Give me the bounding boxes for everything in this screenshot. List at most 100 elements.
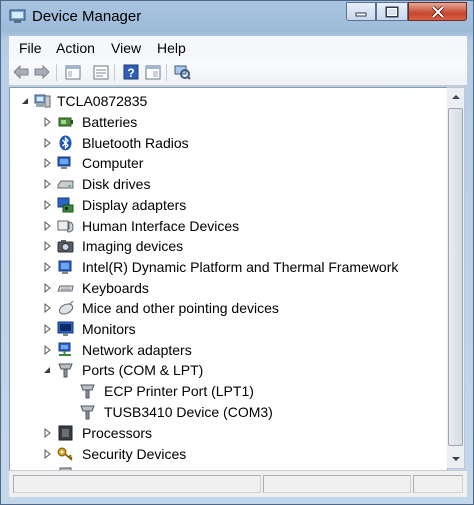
tree-item-keyboards[interactable]: Keyboards <box>42 278 442 298</box>
tree-subitem-label: TUSB3410 Device (COM3) <box>104 404 273 420</box>
window-title: Device Manager <box>32 8 142 25</box>
close-button[interactable] <box>408 2 467 21</box>
expand-arrow-icon[interactable] <box>42 428 52 438</box>
expand-arrow-icon[interactable] <box>42 449 52 459</box>
expand-arrow-icon[interactable] <box>42 324 52 334</box>
menu-action[interactable]: Action <box>56 40 95 56</box>
minimize-button[interactable] <box>346 2 376 21</box>
chip-icon <box>58 260 72 274</box>
expand-arrow-icon[interactable] <box>42 221 52 231</box>
tree-subitem-tusb3410-device[interactable]: TUSB3410 Device (COM3) <box>65 402 435 422</box>
status-pane-main <box>13 475 261 493</box>
expand-arrow-icon[interactable] <box>42 303 52 313</box>
device-tree[interactable]: TCLA0872835 Batteries Bluetooth Radios C… <box>9 87 448 471</box>
expand-arrow-icon[interactable] <box>42 117 52 127</box>
expand-arrow-icon[interactable] <box>42 179 52 189</box>
toolbar-separator <box>56 64 57 81</box>
svg-text:?: ? <box>127 66 134 80</box>
tree-item-security-devices[interactable]: Security Devices <box>42 444 442 464</box>
collapse-arrow-icon[interactable] <box>20 96 30 106</box>
tree-item-mice[interactable]: Mice and other pointing devices <box>42 298 442 318</box>
tree-item-label: Batteries <box>82 114 138 130</box>
expand-arrow-icon[interactable] <box>42 200 52 210</box>
status-bar <box>9 470 467 497</box>
tree-item-label: Keyboards <box>82 280 149 296</box>
toolbar: ? <box>9 60 467 86</box>
forward-button[interactable] <box>33 63 51 81</box>
expand-arrow-icon[interactable] <box>42 241 52 251</box>
battery-icon <box>58 117 73 127</box>
maximize-icon <box>385 6 399 17</box>
properties-button[interactable] <box>92 63 110 81</box>
bluetooth-icon <box>59 135 72 151</box>
scroll-up-arrow-icon <box>451 95 460 99</box>
expand-arrow-icon[interactable] <box>42 158 52 168</box>
maximize-button[interactable] <box>376 2 408 21</box>
disk-drive-icon <box>57 180 74 189</box>
expand-arrow-icon[interactable] <box>42 345 52 355</box>
expand-arrow-icon[interactable] <box>42 138 52 148</box>
tree-item-label: Processors <box>82 425 153 441</box>
menu-help[interactable]: Help <box>157 40 186 56</box>
vertical-scrollbar[interactable] <box>447 87 465 469</box>
expand-arrow-icon[interactable] <box>42 262 52 272</box>
forward-icon <box>34 65 50 79</box>
tree-item-label: Computer <box>82 155 144 171</box>
scroll-down-arrow-icon <box>451 457 460 461</box>
mouse-icon <box>58 300 74 315</box>
collapse-arrow-icon[interactable] <box>42 365 52 375</box>
tree-item-label: Intel(R) Dynamic Platform and Thermal Fr… <box>82 259 399 275</box>
scroll-thumb[interactable] <box>448 108 463 446</box>
tree-item-network-adapters[interactable]: Network adapters <box>42 340 442 360</box>
scan-hardware-button[interactable] <box>173 63 191 81</box>
processor-icon <box>58 425 73 441</box>
tree-item-disk-drives[interactable]: Disk drives <box>42 174 442 194</box>
tree-item-human-interface-devices[interactable]: Human Interface Devices <box>42 216 442 236</box>
tree-item-label: Disk drives <box>82 176 151 192</box>
tree-item-batteries[interactable]: Batteries <box>42 112 442 132</box>
menu-view[interactable]: View <box>111 40 141 56</box>
back-button[interactable] <box>12 63 30 81</box>
title-bar[interactable]: Device Manager <box>1 1 473 35</box>
properties-sheet-button[interactable] <box>144 63 162 81</box>
security-key-icon <box>57 447 73 461</box>
tree-item-bluetooth-radios[interactable]: Bluetooth Radios <box>42 133 442 153</box>
port-icon <box>80 405 95 420</box>
expand-arrow-icon[interactable] <box>42 283 52 293</box>
monitor-icon <box>57 321 74 336</box>
help-button[interactable]: ? <box>122 63 140 81</box>
tree-item-monitors[interactable]: Monitors <box>42 319 442 339</box>
tree-item-label: Mice and other pointing devices <box>82 300 279 316</box>
scroll-down-button[interactable] <box>448 451 463 467</box>
camera-icon <box>57 240 74 253</box>
tree-item-imaging-devices[interactable]: Imaging devices <box>42 236 442 256</box>
tree-item-computer[interactable]: Computer <box>42 153 442 173</box>
close-icon <box>431 5 444 18</box>
scroll-up-button[interactable] <box>448 89 463 105</box>
tree-item-label: Monitors <box>82 321 136 337</box>
hid-icon <box>57 220 74 233</box>
device-manager-app-icon <box>9 9 26 23</box>
show-hide-console-tree-button[interactable] <box>64 63 82 81</box>
minimize-icon <box>355 12 367 16</box>
show-hide-console-tree-icon <box>65 65 81 79</box>
tree-item-intel-dptf[interactable]: Intel(R) Dynamic Platform and Thermal Fr… <box>42 257 442 277</box>
tree-subitem-ecp-printer-port[interactable]: ECP Printer Port (LPT1) <box>65 381 435 401</box>
toolbar-separator <box>166 64 167 81</box>
tree-item-label: Security Devices <box>82 446 187 462</box>
scan-hardware-icon <box>174 65 191 80</box>
tree-item-processors[interactable]: Processors <box>42 423 442 443</box>
toolbar-separator <box>114 64 115 81</box>
tree-item-display-adapters[interactable]: Display adapters <box>42 195 442 215</box>
menu-bar: File Action View Help <box>9 36 467 61</box>
status-pane-secondary <box>263 475 411 493</box>
properties-sheet-icon <box>145 65 161 79</box>
tree-root[interactable]: TCLA0872835 <box>20 91 440 111</box>
tree-item-ports[interactable]: Ports (COM & LPT) <box>42 360 442 380</box>
status-pane-tertiary <box>413 475 463 493</box>
tree-item-label: Display adapters <box>82 197 187 213</box>
port-icon <box>58 363 73 378</box>
tree-item-label: Imaging devices <box>82 238 184 254</box>
tree-item-label: Network adapters <box>82 342 192 358</box>
menu-file[interactable]: File <box>19 40 42 56</box>
